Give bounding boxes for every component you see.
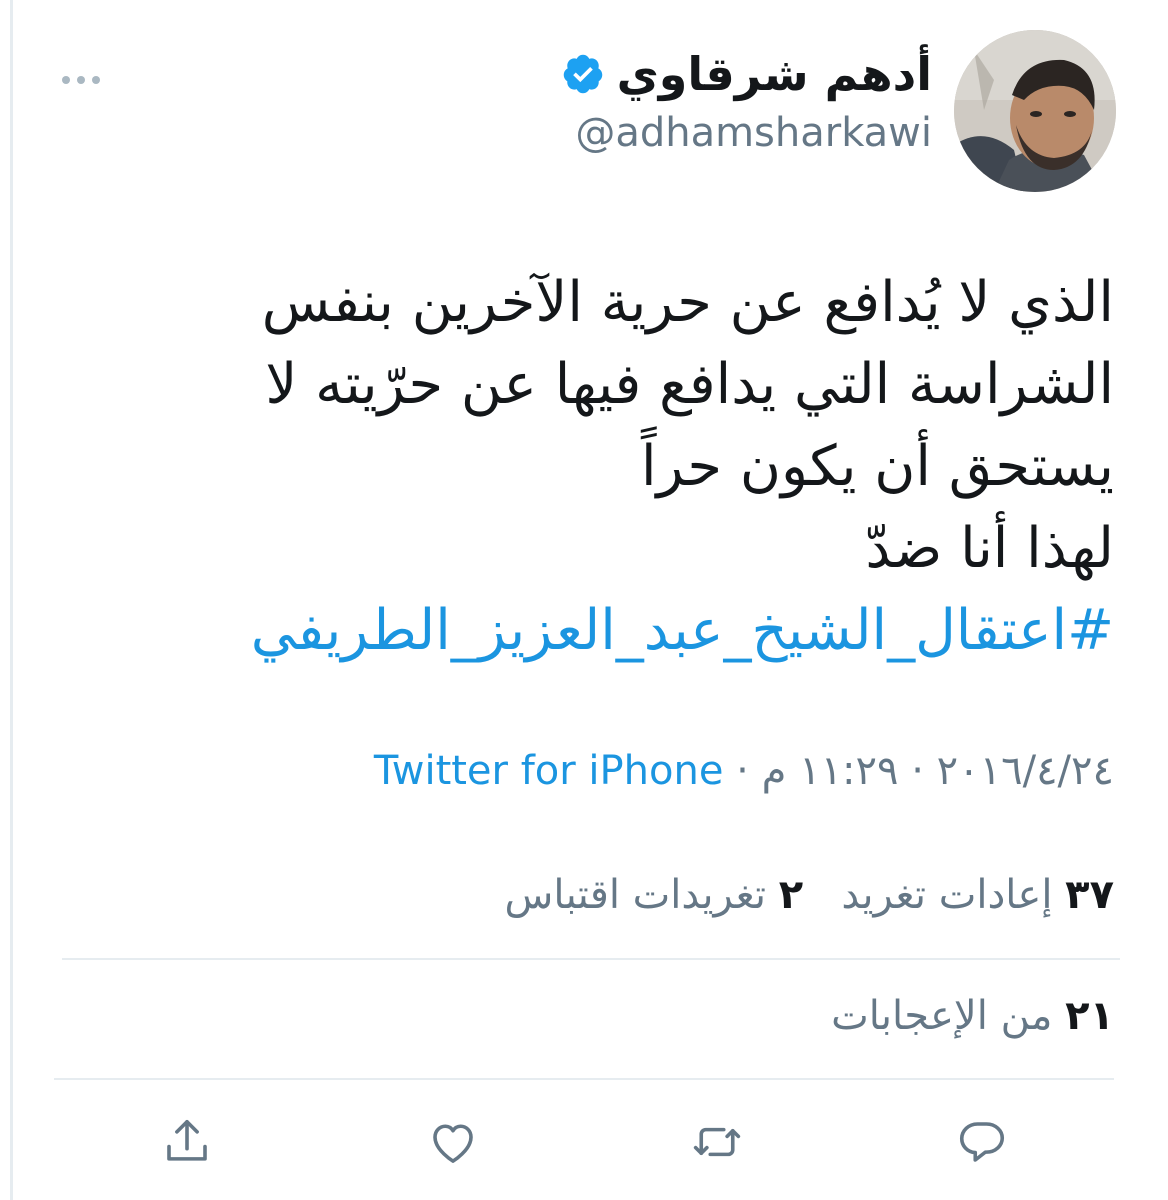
- retweet-button[interactable]: [687, 1112, 747, 1172]
- tweet-line: لهذا أنا ضدّ: [865, 516, 1114, 581]
- meta-separator: ·: [723, 748, 762, 794]
- meta-separator: ·: [898, 748, 937, 794]
- more-options-icon[interactable]: [62, 76, 100, 84]
- likes-stat[interactable]: ٢١ من الإعجابات: [831, 993, 1114, 1039]
- name-row: أدهم شرقاوي: [561, 44, 932, 104]
- dot: [92, 76, 100, 84]
- display-name[interactable]: أدهم شرقاوي: [617, 47, 932, 101]
- dot: [62, 76, 70, 84]
- share-icon: [167, 1119, 207, 1161]
- quotes-count: ٢: [778, 872, 804, 918]
- reply-icon: [959, 1122, 1005, 1162]
- user-handle[interactable]: @adhamsharkawi: [561, 110, 932, 156]
- retweets-stat[interactable]: ٣٧ إعادات تغريد: [841, 872, 1114, 918]
- reply-button[interactable]: [952, 1112, 1012, 1172]
- retweets-count: ٣٧: [1065, 872, 1114, 918]
- tweet-metadata: ٢٠١٦/٤/٢٤ · ١١:٢٩ م · Twitter for iPhone: [374, 748, 1114, 794]
- avatar[interactable]: [954, 30, 1116, 192]
- tweet-line: يستحق أن يكون حراً: [640, 434, 1114, 499]
- likes-count: ٢١: [1065, 993, 1114, 1039]
- quotes-stat[interactable]: ٢ تغريدات اقتباس: [505, 872, 804, 918]
- divider: [62, 958, 1120, 960]
- retweets-label: إعادات تغريد: [841, 872, 1053, 918]
- divider: [54, 1078, 1114, 1080]
- quotes-label: تغريدات اقتباس: [504, 872, 767, 918]
- tweet-line: الذي لا يُدافع عن حرية الآخرين بنفس: [261, 270, 1114, 335]
- hashtag-link[interactable]: #اعتقال_الشيخ_عبد_العزيز_الطريفي: [114, 590, 1114, 672]
- avatar-photo-icon: [954, 30, 1116, 192]
- tweet-time[interactable]: ١١:٢٩ م: [762, 748, 899, 794]
- heart-icon: [433, 1124, 473, 1163]
- retweet-icon: [693, 1127, 741, 1157]
- tweet-text: الذي لا يُدافع عن حرية الآخرين بنفس الشر…: [114, 262, 1114, 672]
- tweet-header: أدهم شرقاوي @adhamsharkawi: [40, 30, 1116, 195]
- share-button[interactable]: [157, 1112, 217, 1172]
- like-button[interactable]: [423, 1112, 483, 1172]
- tweet-source-link[interactable]: Twitter for iPhone: [374, 748, 724, 794]
- engagement-stats: ٣٧ إعادات تغريد ٢ تغريدات اقتباس: [505, 872, 1114, 918]
- left-border: [10, 0, 13, 1200]
- user-identity[interactable]: أدهم شرقاوي @adhamsharkawi: [561, 44, 932, 156]
- tweet-line: الشراسة التي يدافع فيها عن حرّيته لا: [265, 352, 1114, 417]
- likes-label: من الإعجابات: [831, 993, 1053, 1039]
- verified-badge-icon: [563, 54, 602, 94]
- tweet-date[interactable]: ٢٠١٦/٤/٢٤: [937, 748, 1114, 794]
- dot: [77, 76, 85, 84]
- tweet-actions-bar: [0, 1112, 1168, 1172]
